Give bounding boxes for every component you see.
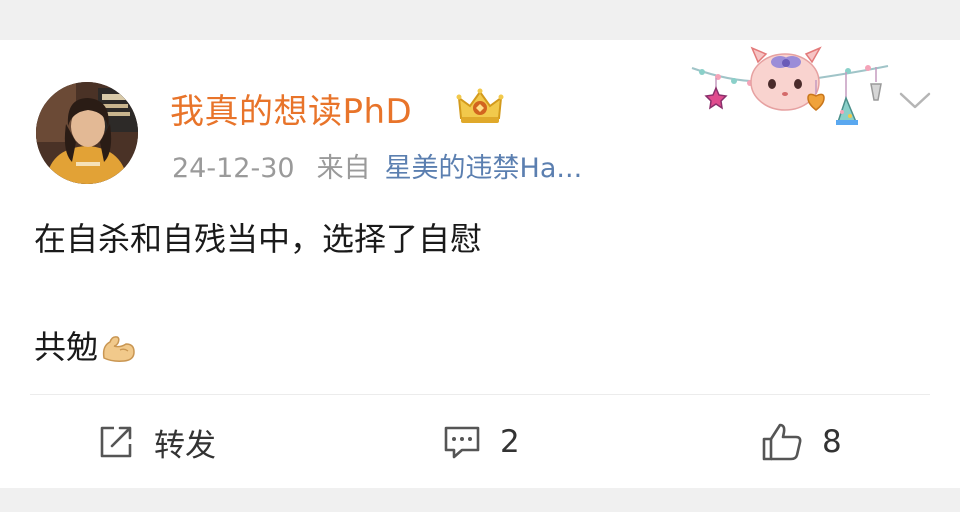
action-divider: [30, 394, 930, 395]
avatar-image: [36, 82, 138, 184]
from-label: 来自: [316, 153, 371, 184]
post-timestamp: 24-12-30: [172, 153, 295, 184]
share-icon: [100, 426, 132, 458]
post-content-text: 共勉: [34, 328, 99, 366]
crown-vip-icon[interactable]: [455, 86, 505, 126]
like-count: 8: [822, 424, 842, 460]
share-button[interactable]: 转发: [96, 418, 216, 466]
post-content-line2: 共勉: [34, 322, 136, 368]
share-label: 转发: [154, 427, 216, 464]
flexed-biceps-icon: [102, 336, 135, 362]
comment-button[interactable]: 2: [442, 418, 520, 466]
weibo-post-card: 我真的想读PhD 24-12-30 来自 星美的违禁Ha... 在自杀和自残当中…: [0, 40, 960, 488]
avatar[interactable]: [36, 82, 138, 184]
chevron-down-icon[interactable]: [898, 90, 932, 112]
card-decoration-icon: [691, 46, 889, 125]
source-link[interactable]: 星美的违禁Ha...: [385, 153, 583, 184]
page: 我真的想读PhD 24-12-30 来自 星美的违禁Ha... 在自杀和自残当中…: [0, 0, 960, 512]
post-content-line1: 在自杀和自残当中，选择了自慰: [34, 220, 483, 258]
comment-count: 2: [500, 424, 520, 460]
post-meta: 24-12-30 来自 星美的违禁Ha...: [172, 146, 582, 185]
comment-icon: [444, 426, 480, 459]
username[interactable]: 我真的想读PhD: [170, 84, 412, 133]
like-button[interactable]: 8: [760, 418, 842, 466]
thumbs-up-icon: [762, 423, 802, 461]
